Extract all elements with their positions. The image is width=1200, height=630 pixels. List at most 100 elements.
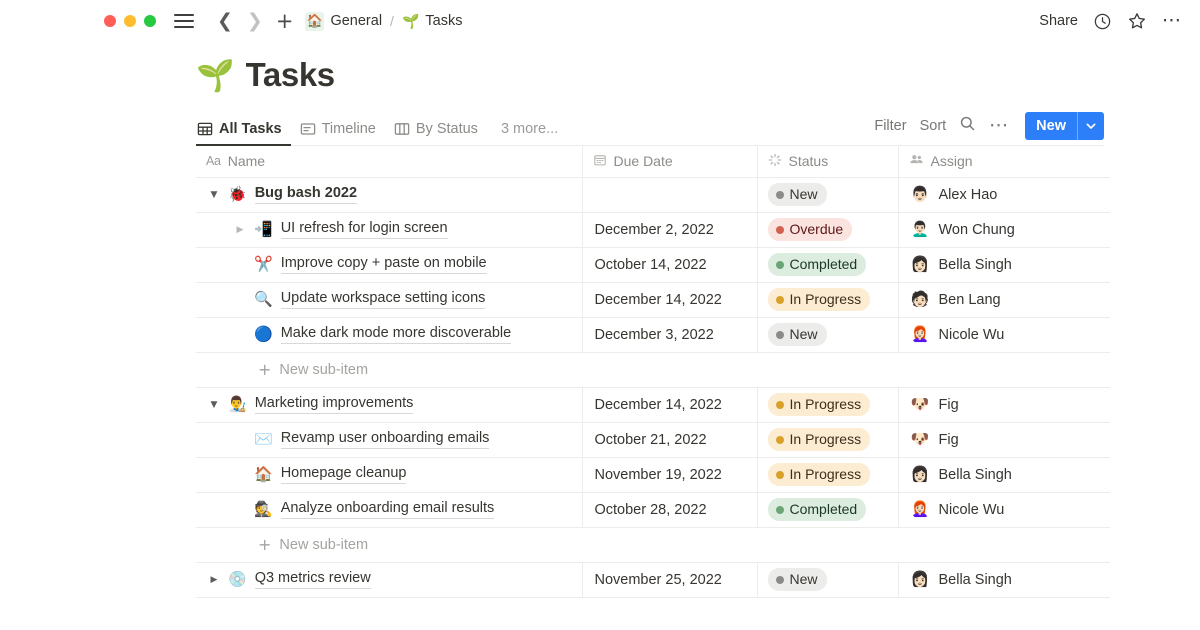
share-button[interactable]: Share: [1039, 13, 1078, 29]
cell-due-date[interactable]: December 14, 2022: [582, 387, 758, 423]
breadcrumb-workspace[interactable]: General: [330, 13, 382, 29]
column-header-status[interactable]: Status: [757, 146, 899, 178]
column-header-due-date[interactable]: Due Date: [582, 146, 758, 178]
column-header-name[interactable]: Aa Name: [196, 146, 583, 178]
column-header-assign[interactable]: Assign: [898, 146, 1110, 178]
new-subitem-cell[interactable]: + New sub-item: [196, 352, 1110, 388]
home-icon[interactable]: 🏠: [305, 11, 325, 31]
clock-icon[interactable]: [1093, 12, 1112, 31]
row-title[interactable]: Analyze onboarding email results: [280, 500, 495, 520]
cell-status[interactable]: Overdue: [757, 212, 899, 248]
cell-status[interactable]: In Progress: [757, 282, 899, 318]
search-icon[interactable]: [959, 115, 976, 137]
cell-due-date[interactable]: October 28, 2022: [582, 492, 758, 528]
row-title[interactable]: Make dark mode more discoverable: [280, 325, 512, 345]
cell-status[interactable]: New: [757, 317, 899, 353]
cell-status[interactable]: New: [757, 177, 899, 213]
page-icon-emoji[interactable]: 🌱: [196, 60, 235, 91]
table-row[interactable]: ▶✉️Revamp user onboarding emailsOctober …: [196, 422, 1110, 458]
breadcrumb-page[interactable]: Tasks: [425, 13, 462, 29]
row-title[interactable]: Improve copy + paste on mobile: [280, 255, 487, 275]
table-row[interactable]: ▶🏠Homepage cleanupNovember 19, 2022In Pr…: [196, 457, 1110, 493]
table-row[interactable]: ▶🕵️Analyze onboarding email resultsOctob…: [196, 492, 1110, 528]
cell-status[interactable]: Completed: [757, 247, 899, 283]
row-title[interactable]: Update workspace setting icons: [280, 290, 486, 310]
cell-assign[interactable]: 🐶 Fig: [898, 422, 1110, 458]
cell-due-date[interactable]: November 19, 2022: [582, 457, 758, 493]
cell-assign[interactable]: 👩🏻 Bella Singh: [898, 457, 1110, 493]
back-navigation-icon[interactable]: ❮: [210, 11, 240, 31]
expand-toggle-closed-icon[interactable]: ▶: [232, 225, 248, 235]
cell-name[interactable]: ▶🔵Make dark mode more discoverable: [196, 317, 583, 353]
cell-name[interactable]: ▼ 👨‍🎨 Marketing improvements: [196, 387, 583, 423]
cell-assign[interactable]: 🐶 Fig: [898, 387, 1110, 423]
cell-name[interactable]: ▶ 📲 UI refresh for login screen: [196, 212, 583, 248]
cell-assign[interactable]: 👩🏻 Bella Singh: [898, 562, 1110, 598]
cell-due-date[interactable]: November 25, 2022: [582, 562, 758, 598]
cell-assign[interactable]: 👨🏻‍🦱 Won Chung: [898, 212, 1110, 248]
new-record-button[interactable]: New: [1025, 112, 1104, 140]
row-title[interactable]: Marketing improvements: [254, 395, 414, 415]
table-row[interactable]: ▶ 📲 UI refresh for login screen December 2,…: [196, 212, 1110, 248]
cell-due-date[interactable]: [582, 177, 758, 213]
table-row[interactable]: ▶ 💿 Q3 metrics review November 25, 2022 New 👩…: [196, 562, 1110, 598]
table-row[interactable]: ▼ 🐞 Bug bash 2022 New 👨🏻 Alex Hao: [196, 177, 1110, 213]
hamburger-menu-icon[interactable]: [174, 14, 194, 28]
minimize-window-button[interactable]: [124, 15, 136, 27]
new-subitem-button[interactable]: + New sub-item: [196, 528, 1110, 562]
cell-status[interactable]: Completed: [757, 492, 899, 528]
table-more-options-icon[interactable]: ⋯: [989, 115, 1009, 135]
page-title-text[interactable]: Tasks: [246, 56, 336, 94]
cell-status[interactable]: In Progress: [757, 422, 899, 458]
cell-status[interactable]: In Progress: [757, 387, 899, 423]
maximize-window-button[interactable]: [144, 15, 156, 27]
table-row[interactable]: ▶🔵Make dark mode more discoverableDecemb…: [196, 317, 1110, 353]
row-title[interactable]: UI refresh for login screen: [280, 220, 448, 240]
new-subitem-row[interactable]: + New sub-item: [196, 527, 1110, 563]
more-views-button[interactable]: 3 more...: [487, 121, 566, 145]
tab-by-status[interactable]: By Status: [385, 121, 487, 145]
new-subitem-cell[interactable]: + New sub-item: [196, 527, 1110, 563]
cell-name[interactable]: ▶ 💿 Q3 metrics review: [196, 562, 583, 598]
new-page-plus-icon[interactable]: +: [270, 10, 302, 32]
star-icon[interactable]: [1127, 11, 1147, 31]
cell-status[interactable]: In Progress: [757, 457, 899, 493]
expand-toggle-open-icon[interactable]: ▼: [206, 400, 222, 410]
new-record-label[interactable]: New: [1025, 112, 1077, 140]
cell-name[interactable]: ▶🏠Homepage cleanup: [196, 457, 583, 493]
tab-timeline[interactable]: Timeline: [291, 121, 385, 145]
cell-name[interactable]: ▶✂️Improve copy + paste on mobile: [196, 247, 583, 283]
cell-name[interactable]: ▶✉️Revamp user onboarding emails: [196, 422, 583, 458]
row-title[interactable]: Revamp user onboarding emails: [280, 430, 490, 450]
forward-navigation-icon[interactable]: ❯: [240, 11, 270, 31]
cell-assign[interactable]: 👩🏻 Bella Singh: [898, 247, 1110, 283]
cell-name[interactable]: ▶🔍Update workspace setting icons: [196, 282, 583, 318]
expand-toggle-open-icon[interactable]: ▼: [206, 190, 222, 200]
cell-due-date[interactable]: December 3, 2022: [582, 317, 758, 353]
chevron-down-icon[interactable]: [1078, 112, 1104, 140]
cell-name[interactable]: ▶🕵️Analyze onboarding email results: [196, 492, 583, 528]
table-row[interactable]: ▼ 👨‍🎨 Marketing improvements December 14, 2…: [196, 387, 1110, 423]
cell-assign[interactable]: 🧑🏻 Ben Lang: [898, 282, 1110, 318]
cell-due-date[interactable]: October 14, 2022: [582, 247, 758, 283]
cell-status[interactable]: New: [757, 562, 899, 598]
table-row[interactable]: ▶✂️Improve copy + paste on mobileOctober…: [196, 247, 1110, 283]
new-subitem-button[interactable]: + New sub-item: [196, 353, 1110, 387]
cell-assign[interactable]: 👩🏻‍🦰 Nicole Wu: [898, 492, 1110, 528]
close-window-button[interactable]: [104, 15, 116, 27]
filter-button[interactable]: Filter: [874, 118, 906, 134]
more-options-icon[interactable]: ⋯: [1162, 10, 1182, 30]
expand-toggle-closed-icon[interactable]: ▶: [206, 575, 222, 585]
cell-assign[interactable]: 👨🏻 Alex Hao: [898, 177, 1110, 213]
cell-due-date[interactable]: October 21, 2022: [582, 422, 758, 458]
row-title[interactable]: Q3 metrics review: [254, 570, 371, 590]
tab-all-tasks[interactable]: All Tasks: [196, 121, 291, 146]
cell-due-date[interactable]: December 2, 2022: [582, 212, 758, 248]
cell-assign[interactable]: 👩🏻‍🦰 Nicole Wu: [898, 317, 1110, 353]
new-subitem-row[interactable]: + New sub-item: [196, 352, 1110, 388]
row-title[interactable]: Homepage cleanup: [280, 465, 407, 485]
table-row[interactable]: ▶🔍Update workspace setting iconsDecember…: [196, 282, 1110, 318]
cell-name[interactable]: ▼ 🐞 Bug bash 2022: [196, 177, 583, 213]
cell-due-date[interactable]: December 14, 2022: [582, 282, 758, 318]
row-title[interactable]: Bug bash 2022: [254, 185, 358, 205]
